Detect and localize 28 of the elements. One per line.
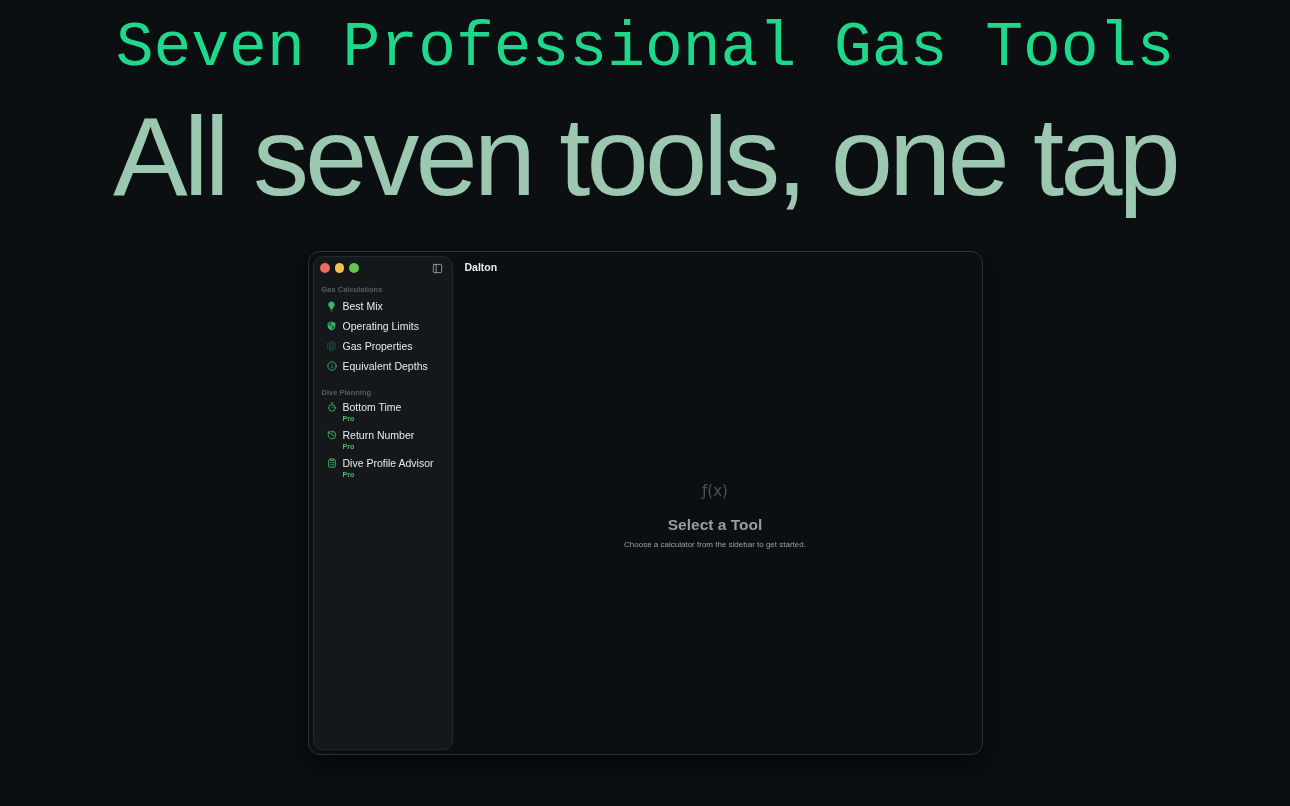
item-label: Dive Profile Advisor — [342, 456, 434, 471]
item-label: Operating Limits — [342, 319, 419, 334]
info-icon — [326, 361, 337, 372]
item-label: Bottom Time — [342, 400, 402, 415]
sidebar-item[interactable]: Best Mix — [319, 299, 446, 320]
empty-state-title: Select a Tool — [667, 514, 763, 535]
dotted-sphere-icon — [327, 341, 336, 352]
zoom-button[interactable] — [349, 263, 359, 273]
item-label: Best Mix — [342, 299, 383, 314]
item-label: Return Number — [342, 428, 415, 443]
timer-icon — [326, 402, 337, 413]
minimize-button[interactable] — [334, 263, 344, 273]
shield-icon — [327, 321, 336, 332]
subheadline: All seven tools, one tap — [113, 93, 1177, 221]
sidebar-item[interactable]: Equivalent Depths — [319, 359, 446, 380]
sidebar-toggle-icon[interactable] — [430, 262, 444, 274]
clipboard-icon — [326, 458, 337, 469]
lightbulb-icon — [328, 300, 335, 312]
sidebar-item[interactable]: Gas Properties — [319, 339, 446, 360]
close-button[interactable] — [320, 263, 330, 273]
clock-arrow-icon — [326, 430, 337, 441]
item-label: Equivalent Depths — [342, 359, 428, 374]
headline: Seven Professional Gas Tools — [115, 17, 1175, 80]
item-label: Gas Properties — [342, 339, 413, 354]
sidebar-item[interactable]: Operating Limits — [319, 319, 446, 340]
empty-state-message: Choose a calculator from the sidebar to get started. — [624, 538, 806, 550]
function-symbol: ƒ(x) — [701, 480, 729, 501]
window-title: Dalton — [464, 260, 498, 275]
